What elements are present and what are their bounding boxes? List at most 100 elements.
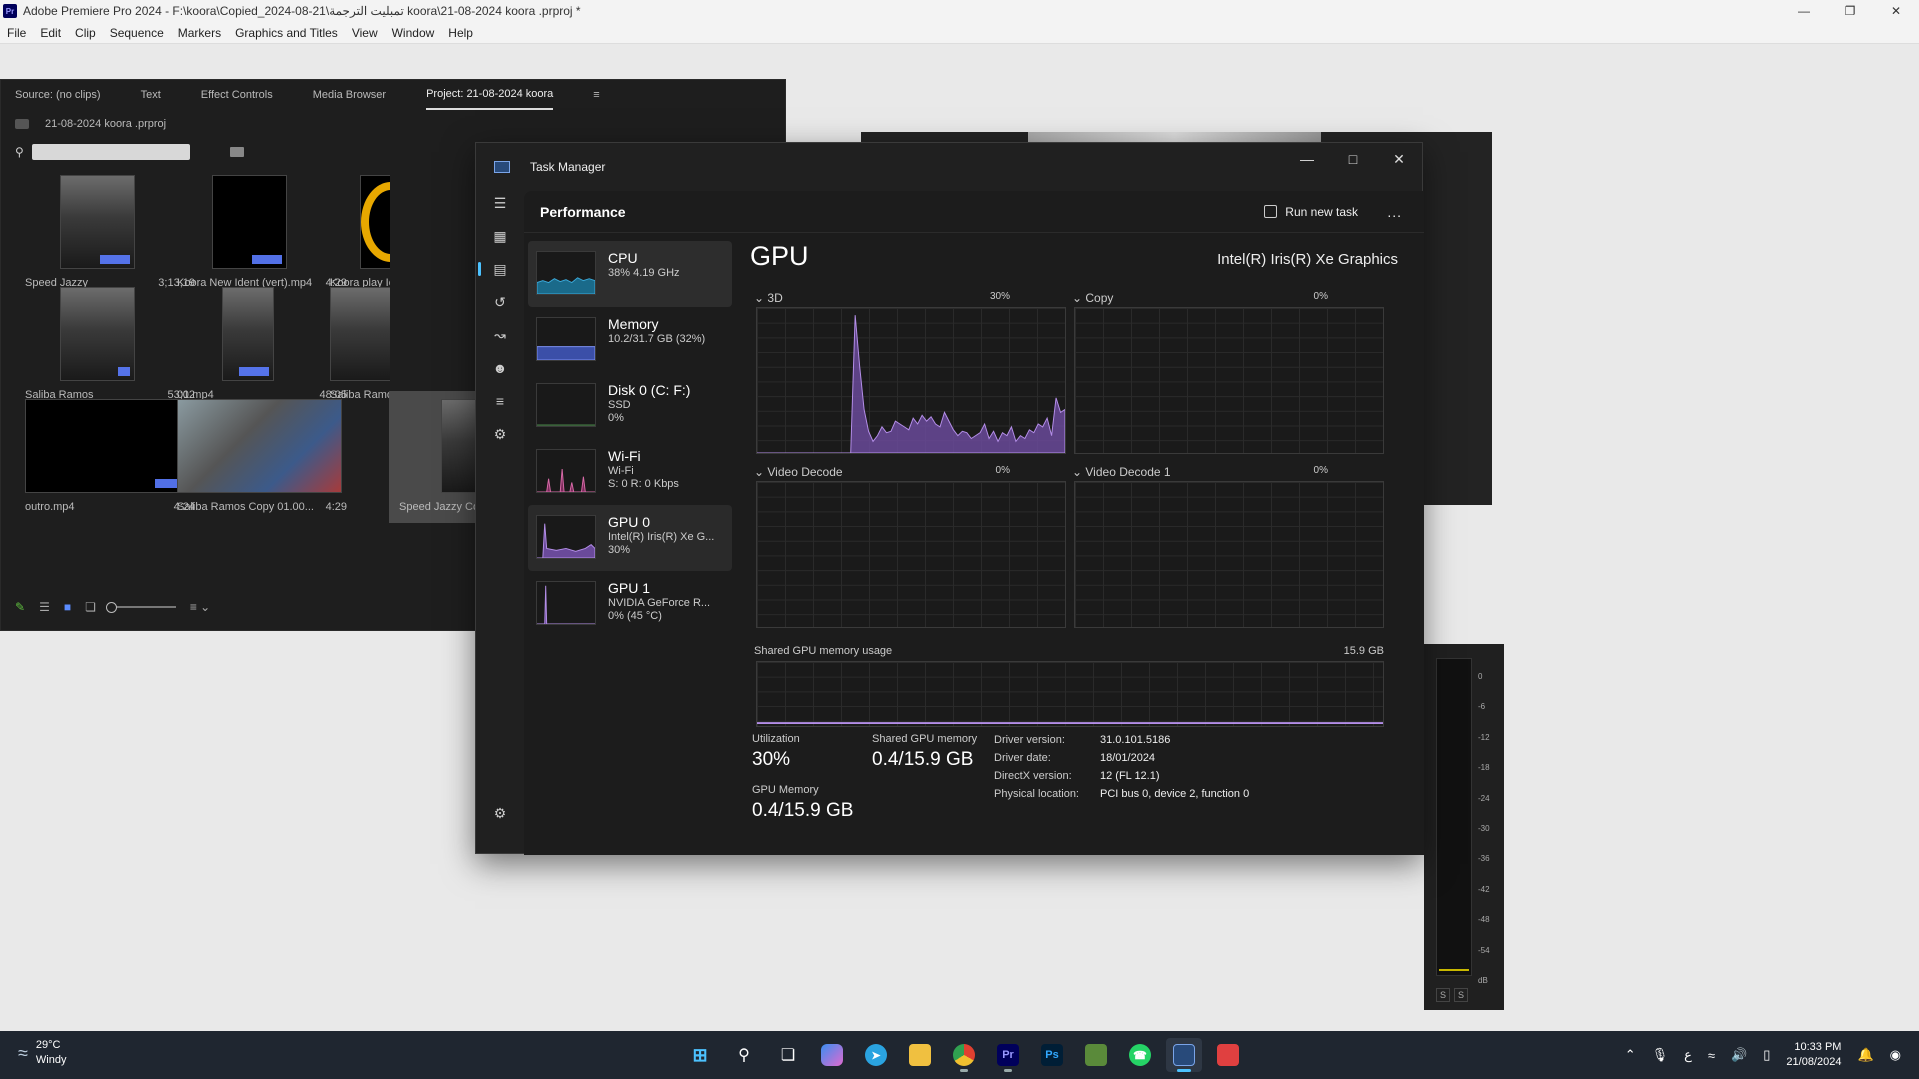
task-view-icon[interactable]: ❏	[770, 1038, 806, 1072]
details-icon[interactable]: ≡	[488, 389, 512, 413]
menu-window[interactable]: Window	[385, 26, 442, 40]
write-toggle-icon[interactable]: ✎	[15, 600, 25, 614]
more-options-icon[interactable]: ...	[1387, 204, 1402, 220]
telegram-icon[interactable]: ➤	[858, 1038, 894, 1072]
menu-edit[interactable]: Edit	[33, 26, 68, 40]
graph-video-decode	[756, 481, 1066, 628]
chrome-icon[interactable]	[946, 1038, 982, 1072]
notifications-icon[interactable]: 🔔	[1857, 1047, 1873, 1063]
task-manager-taskbar-icon[interactable]	[1166, 1038, 1202, 1072]
volume-icon[interactable]: 🔊	[1731, 1047, 1747, 1063]
device-item-gpu1[interactable]: GPU 1 NVIDIA GeForce R... 0% (45 °C)	[528, 571, 732, 637]
shared-gpu-memory-value: 0.4/15.9 GB	[872, 749, 974, 770]
panel-menu-icon[interactable]: ≡	[593, 81, 599, 109]
menu-file[interactable]: File	[0, 26, 33, 40]
close-icon[interactable]: ✕	[1376, 143, 1422, 175]
hamburger-icon[interactable]: ☰	[488, 191, 512, 215]
start-icon[interactable]: ⊞	[682, 1038, 718, 1072]
premiere-pro-icon[interactable]: Pr	[990, 1038, 1026, 1072]
device-item-disk[interactable]: Disk 0 (C: F:) SSD 0%	[528, 373, 732, 439]
clip-thumbnail	[212, 175, 287, 269]
copilot-icon[interactable]	[814, 1038, 850, 1072]
engine-dropdown-video-decode[interactable]: ⌄ Video Decode	[754, 465, 843, 479]
battery-icon[interactable]: ▯	[1763, 1047, 1770, 1063]
processes-icon[interactable]: ▦	[488, 224, 512, 248]
graph-3d	[756, 307, 1066, 454]
performance-header: Performance Run new task ...	[524, 191, 1424, 233]
users-icon[interactable]: ☻	[488, 356, 512, 380]
tab-source[interactable]: Source: (no clips)	[15, 81, 101, 109]
gpu1-sparkline	[536, 581, 596, 625]
minimize-icon[interactable]: —	[1781, 0, 1827, 22]
performance-page: Performance Run new task ... CPU 38% 4.19…	[524, 191, 1424, 855]
restore-icon[interactable]: ❐	[1827, 0, 1873, 22]
menu-sequence[interactable]: Sequence	[103, 26, 171, 40]
gpu-heading: GPU	[750, 241, 809, 271]
tab-effect-controls[interactable]: Effect Controls	[201, 81, 273, 109]
device-item-gpu0[interactable]: GPU 0 Intel(R) Iris(R) Xe G... 30%	[528, 505, 732, 571]
services-icon[interactable]: ⚙	[488, 422, 512, 446]
clip-thumbnail	[60, 287, 135, 381]
weather-widget[interactable]: ≈ 29°C Windy	[18, 1038, 66, 1068]
run-new-task-button[interactable]: Run new task	[1264, 205, 1358, 219]
menu-help[interactable]: Help	[441, 26, 480, 40]
device-item-memory[interactable]: Memory 10.2/31.7 GB (32%)	[528, 307, 732, 373]
clip-item[interactable]: Saliba Ramos C	[320, 287, 390, 407]
tab-text[interactable]: Text	[141, 81, 161, 109]
microphone-icon[interactable]: 🎙	[1652, 1047, 1669, 1063]
clock[interactable]: 10:33 PM 21/08/2024	[1786, 1040, 1841, 1070]
app-history-icon[interactable]: ↺	[488, 290, 512, 314]
engine-dropdown-copy[interactable]: ⌄ Copy	[1072, 291, 1113, 305]
app-icon[interactable]	[1078, 1038, 1114, 1072]
tab-project[interactable]: Project: 21-08-2024 koora	[426, 80, 554, 110]
minimize-icon[interactable]: —	[1284, 143, 1330, 175]
device-item-cpu[interactable]: CPU 38% 4.19 GHz	[528, 241, 732, 307]
snipping-tool-icon[interactable]	[1210, 1038, 1246, 1072]
task-manager-nav-rail: ☰ ▦ ▤ ↺ ↝ ☻ ≡ ⚙ ⚙	[476, 191, 524, 855]
audio-meter-panel: 0 -6 -12 -18 -24 -30 -36 -42 -48 -54 dB S S	[1424, 644, 1504, 1010]
task-manager-title: Task Manager	[530, 160, 606, 174]
clip-item[interactable]: Saliba Ramos Copy 01.00... 4:29	[167, 399, 347, 519]
folder-icon	[15, 119, 29, 129]
startup-apps-icon[interactable]: ↝	[488, 323, 512, 347]
gpu-memory-label: GPU Memory	[752, 784, 819, 796]
freeform-view-icon[interactable]: ❏	[85, 600, 96, 614]
engine-dropdown-video-decode-1[interactable]: ⌄ Video Decode 1	[1072, 465, 1171, 479]
icon-view-icon[interactable]: ■	[64, 600, 71, 614]
zoom-slider[interactable]	[105, 602, 176, 613]
menu-graphics-titles[interactable]: Graphics and Titles	[228, 26, 345, 40]
list-view-icon[interactable]: ☰	[39, 600, 50, 614]
chevron-up-icon[interactable]: ⌃	[1625, 1047, 1636, 1063]
menu-clip[interactable]: Clip	[68, 26, 103, 40]
search-icon[interactable]: ⚲	[726, 1038, 762, 1072]
clip-item[interactable]: Speed Jazzy Co	[389, 391, 479, 523]
wifi-icon[interactable]: ≈	[1708, 1048, 1715, 1063]
close-icon[interactable]: ✕	[1873, 0, 1919, 22]
audio-level-meter	[1436, 658, 1472, 976]
panel-tabs: Source: (no clips) Text Effect Controls …	[1, 80, 785, 110]
tab-media-browser[interactable]: Media Browser	[313, 81, 386, 109]
page-title: Performance	[540, 203, 626, 220]
solo-button-right[interactable]: S	[1454, 988, 1468, 1002]
photoshop-icon[interactable]: Ps	[1034, 1038, 1070, 1072]
input-language[interactable]: ع	[1684, 1047, 1692, 1063]
clip-item[interactable]: Koora play Ico	[320, 175, 390, 295]
device-item-wifi[interactable]: Wi-Fi Wi-Fi S: 0 R: 0 Kbps	[528, 439, 732, 505]
solo-button-left[interactable]: S	[1436, 988, 1450, 1002]
task-manager-title-bar: Task Manager — □ ✕	[476, 143, 1422, 191]
new-search-bin-icon[interactable]	[229, 147, 244, 157]
shared-memory-label: Shared GPU memory usage	[754, 645, 893, 657]
settings-icon[interactable]: ⚙	[488, 801, 512, 825]
menu-view[interactable]: View	[345, 26, 385, 40]
menu-markers[interactable]: Markers	[171, 26, 228, 40]
performance-icon[interactable]: ▤	[478, 257, 512, 281]
sort-icon[interactable]: ≡ ⌄	[190, 600, 210, 614]
whatsapp-icon[interactable]: ☎	[1122, 1038, 1158, 1072]
maximize-icon[interactable]: □	[1330, 143, 1376, 175]
clip-thumbnail	[330, 287, 390, 381]
engine-dropdown-3d[interactable]: ⌄ 3D	[754, 291, 783, 305]
project-search-input[interactable]	[31, 144, 190, 160]
file-explorer-icon[interactable]	[902, 1038, 938, 1072]
utilization-value: 30%	[752, 749, 791, 770]
copilot-tray-icon[interactable]: ◉	[1890, 1047, 1901, 1063]
